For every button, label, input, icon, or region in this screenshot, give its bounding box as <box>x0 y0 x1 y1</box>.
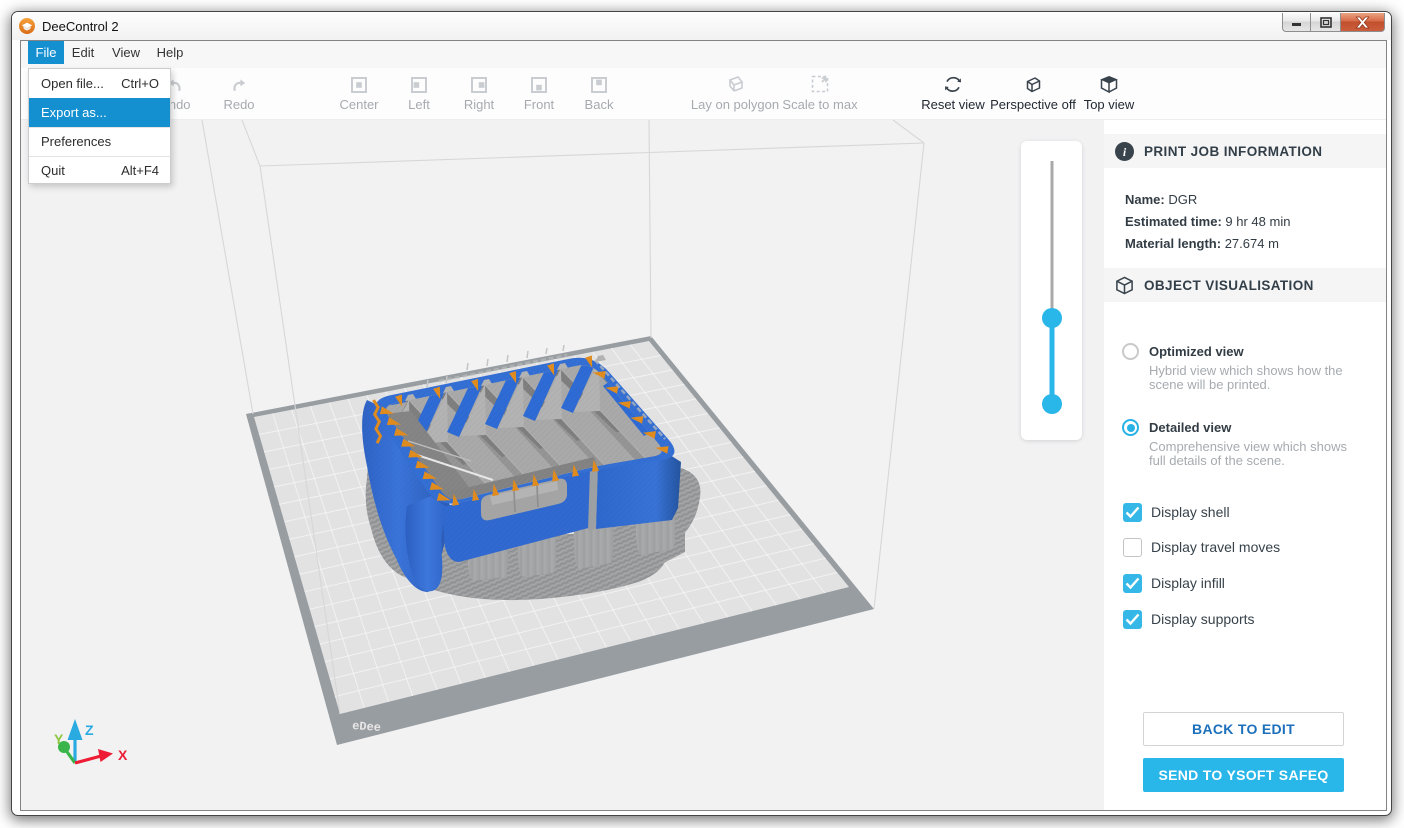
svg-text:Y: Y <box>54 731 64 747</box>
svg-text:eDee: eDee <box>352 719 382 735</box>
svg-text:Z: Z <box>85 722 94 738</box>
svg-text:X: X <box>118 747 128 763</box>
